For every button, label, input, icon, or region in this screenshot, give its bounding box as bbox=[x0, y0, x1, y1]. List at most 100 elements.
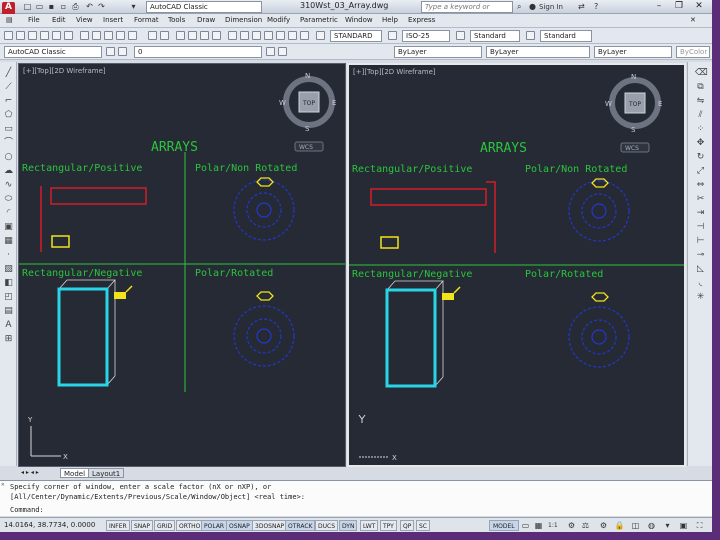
viewport-right-active[interactable]: [+][Top][2D Wireframe] ARRAYS Rectangula… bbox=[347, 63, 686, 467]
gradient-icon[interactable]: ◧ bbox=[3, 278, 14, 289]
help-icon[interactable]: ? bbox=[594, 2, 598, 12]
menu-file[interactable]: File bbox=[28, 16, 40, 24]
layer-previous-icon[interactable] bbox=[278, 47, 287, 56]
quickcalc-icon[interactable] bbox=[288, 31, 297, 40]
chamfer-icon[interactable]: ◺ bbox=[695, 264, 706, 275]
multiline-text-icon[interactable]: A bbox=[3, 320, 14, 331]
qnew-icon[interactable] bbox=[4, 31, 13, 40]
ellipse-icon[interactable]: ⬭ bbox=[3, 194, 14, 205]
minimize-button[interactable]: – bbox=[650, 0, 668, 13]
plotstyle-select[interactable]: ByColor bbox=[676, 46, 710, 58]
status-tpy[interactable]: TPY bbox=[380, 520, 397, 531]
make-block-icon[interactable]: ▦ bbox=[3, 236, 14, 247]
menu-window[interactable]: Window bbox=[345, 16, 373, 24]
menu-format[interactable]: Format bbox=[134, 16, 159, 24]
menu-view[interactable]: View bbox=[76, 16, 93, 24]
viewport-left[interactable]: [+][Top][2D Wireframe] ARRAYS Rectangula… bbox=[18, 63, 346, 467]
tab-model[interactable]: Model bbox=[60, 468, 90, 478]
break-icon[interactable]: ⊢ bbox=[695, 236, 706, 247]
zoom-realtime-icon[interactable] bbox=[188, 31, 197, 40]
restore-button[interactable]: ❐ bbox=[670, 0, 688, 13]
polygon-icon[interactable]: ⬠ bbox=[3, 110, 14, 121]
block-editor-icon[interactable] bbox=[128, 31, 137, 40]
sheet-set-icon[interactable] bbox=[264, 31, 273, 40]
text-style-select[interactable]: STANDARD bbox=[330, 30, 382, 42]
status-otrack[interactable]: OTRACK bbox=[285, 520, 316, 531]
status-sc[interactable]: SC bbox=[416, 520, 430, 531]
spline-icon[interactable]: ∿ bbox=[3, 180, 14, 191]
region-icon[interactable]: ◰ bbox=[3, 292, 14, 303]
add-selected-icon[interactable]: ⊞ bbox=[3, 334, 14, 345]
linetype-select[interactable]: ByLayer bbox=[486, 46, 590, 58]
menu-insert[interactable]: Insert bbox=[103, 16, 123, 24]
sign-in-link[interactable]: Sign In bbox=[539, 2, 563, 12]
arc-icon[interactable]: ⌒ bbox=[3, 138, 14, 149]
lineweight-select[interactable]: ByLayer bbox=[594, 46, 672, 58]
table-style-select[interactable]: Standard bbox=[470, 30, 520, 42]
quick-view-layouts-icon[interactable]: ▭ bbox=[520, 520, 531, 531]
zoom-previous-icon[interactable] bbox=[212, 31, 221, 40]
move-icon[interactable]: ✥ bbox=[695, 138, 706, 149]
help-tool-icon[interactable] bbox=[300, 31, 309, 40]
close-button[interactable]: ✕ bbox=[690, 0, 708, 13]
status-dyn[interactable]: DYN bbox=[339, 520, 358, 531]
open-file-icon[interactable] bbox=[16, 31, 25, 40]
cut-icon[interactable] bbox=[80, 31, 89, 40]
zoom-window-icon[interactable] bbox=[200, 31, 209, 40]
workspace-settings-icon[interactable] bbox=[106, 47, 115, 56]
plot-icon[interactable]: ⎙ bbox=[70, 2, 81, 12]
workspace-switching-icon[interactable]: ⚙ bbox=[598, 520, 609, 531]
annotation-scale[interactable]: 1:1 bbox=[548, 520, 558, 531]
join-icon[interactable]: ⊸ bbox=[695, 250, 706, 261]
multileader-style-icon[interactable] bbox=[526, 31, 535, 40]
color-select[interactable]: ByLayer bbox=[394, 46, 482, 58]
model-space-button[interactable]: MODEL bbox=[489, 520, 519, 531]
multileader-style-select[interactable]: Standard bbox=[540, 30, 592, 42]
status-grid[interactable]: GRID bbox=[154, 520, 176, 531]
status-snap[interactable]: SNAP bbox=[131, 520, 154, 531]
hardware-acceleration-icon[interactable]: ◫ bbox=[630, 520, 641, 531]
status-osnap[interactable]: OSNAP bbox=[226, 520, 253, 531]
redo-tool-icon[interactable] bbox=[160, 31, 169, 40]
circle-icon[interactable]: ○ bbox=[3, 152, 14, 163]
dim-style-select[interactable]: ISO-25 bbox=[402, 30, 450, 42]
match-properties-icon[interactable] bbox=[116, 31, 125, 40]
open-icon[interactable]: ▭ bbox=[34, 2, 45, 12]
exchange-icon[interactable]: ⇄ bbox=[578, 2, 585, 12]
stretch-icon[interactable]: ⇔ bbox=[695, 180, 706, 191]
auto-scale-icon[interactable]: ⚖ bbox=[580, 520, 591, 531]
table-icon[interactable]: ▤ bbox=[3, 306, 14, 317]
status-qp[interactable]: QP bbox=[400, 520, 415, 531]
point-icon[interactable]: · bbox=[3, 250, 14, 261]
undo-tool-icon[interactable] bbox=[148, 31, 157, 40]
extend-icon[interactable]: ⇥ bbox=[695, 208, 706, 219]
search-icon[interactable]: ⌕ bbox=[517, 2, 521, 12]
menu-express[interactable]: Express bbox=[408, 16, 435, 24]
layer-properties-icon[interactable] bbox=[118, 47, 127, 56]
copy-icon[interactable] bbox=[92, 31, 101, 40]
make-current-layer-icon[interactable] bbox=[266, 47, 275, 56]
trim-icon[interactable]: ✂ bbox=[695, 194, 706, 205]
fullscreen-icon[interactable]: ⛶ bbox=[694, 520, 705, 531]
properties-icon[interactable] bbox=[228, 31, 237, 40]
markup-icon[interactable] bbox=[276, 31, 285, 40]
status-polar[interactable]: POLAR bbox=[201, 520, 228, 531]
menu-help[interactable]: Help bbox=[382, 16, 398, 24]
construction-line-icon[interactable]: ⟋ bbox=[3, 82, 14, 93]
coordinate-readout[interactable]: 14.0164, 38.7734, 0.0000 bbox=[4, 521, 95, 529]
tool-palettes-icon[interactable] bbox=[252, 31, 261, 40]
menu-tools[interactable]: Tools bbox=[168, 16, 185, 24]
status-3dosnap[interactable]: 3DOSNAP bbox=[252, 520, 288, 531]
menu-close-icon[interactable]: ✕ bbox=[690, 16, 696, 24]
menu-parametric[interactable]: Parametric bbox=[300, 16, 338, 24]
paste-icon[interactable] bbox=[104, 31, 113, 40]
mirror-icon[interactable]: ⇋ bbox=[695, 96, 706, 107]
save-as-icon[interactable]: ▫ bbox=[58, 2, 69, 12]
tab-nav-icon[interactable]: ◂ ▸ ◂ ▸ bbox=[18, 468, 42, 478]
doc-icon[interactable]: ▤ bbox=[6, 16, 13, 24]
table-style-icon[interactable] bbox=[456, 31, 465, 40]
line-icon[interactable]: ╱ bbox=[3, 68, 14, 79]
menu-modify[interactable]: Modify bbox=[267, 16, 290, 24]
menu-draw[interactable]: Draw bbox=[197, 16, 215, 24]
menu-edit[interactable]: Edit bbox=[52, 16, 66, 24]
